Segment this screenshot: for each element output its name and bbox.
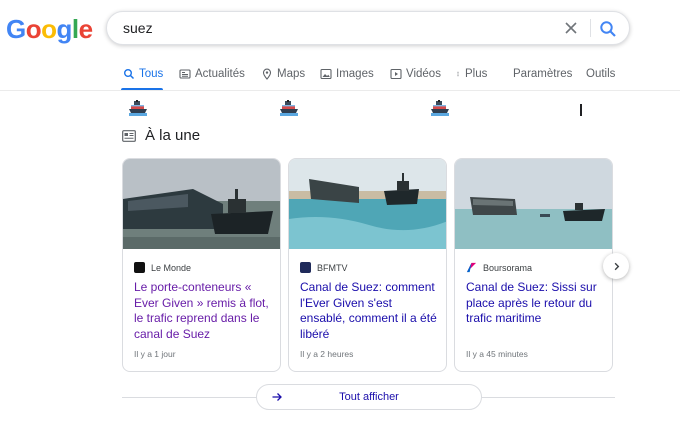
search-tabs: Tous Actualités Maps Images Vidéos Plus … bbox=[0, 62, 680, 91]
newspaper-icon bbox=[122, 129, 136, 142]
tab-images[interactable]: Images bbox=[320, 68, 374, 80]
map-pin-icon bbox=[262, 68, 272, 80]
news-time: Il y a 45 minutes bbox=[466, 349, 528, 359]
tab-plus[interactable]: Plus bbox=[455, 68, 487, 80]
section-title: À la une bbox=[145, 127, 201, 144]
boursorama-favicon-icon bbox=[466, 262, 477, 273]
text-cursor bbox=[580, 104, 582, 116]
tab-label: Plus bbox=[465, 68, 488, 80]
logo-letter: g bbox=[56, 14, 73, 44]
news-headline[interactable]: Canal de Suez: Sissi sur place après le … bbox=[466, 280, 606, 327]
tab-maps[interactable]: Maps bbox=[261, 68, 305, 80]
search-icon bbox=[124, 69, 135, 80]
logo-letter: o bbox=[41, 14, 57, 44]
search-box bbox=[106, 11, 630, 45]
tab-outils[interactable]: Outils bbox=[586, 68, 615, 80]
tab-tous[interactable]: Tous bbox=[123, 68, 163, 80]
top-stories-heading: À la une bbox=[122, 127, 200, 144]
show-all-button[interactable]: Tout afficher bbox=[256, 384, 482, 410]
source-name: Boursorama bbox=[483, 262, 533, 273]
news-source: BFMTV bbox=[300, 262, 348, 273]
tab-label: Vidéos bbox=[406, 68, 441, 80]
more-vert-icon bbox=[457, 71, 459, 77]
close-icon bbox=[565, 22, 577, 34]
video-icon bbox=[390, 68, 402, 80]
image-icon bbox=[320, 68, 332, 80]
search-icon bbox=[600, 21, 616, 37]
tab-label: Images bbox=[336, 68, 374, 80]
news-headline[interactable]: Canal de Suez: comment l'Ever Given s'es… bbox=[300, 280, 440, 342]
logo-letter: e bbox=[78, 14, 93, 44]
tab-parametres[interactable]: Paramètres bbox=[513, 68, 572, 80]
chevron-right-icon bbox=[614, 262, 619, 270]
tab-actualites[interactable]: Actualités bbox=[179, 68, 245, 80]
carousel-next-button[interactable] bbox=[603, 253, 629, 279]
search-button[interactable] bbox=[597, 18, 619, 40]
news-icon bbox=[179, 69, 191, 79]
le-monde-favicon-icon bbox=[134, 262, 145, 273]
header-divider bbox=[0, 90, 680, 91]
news-headline[interactable]: Le porte-conteneurs « Ever Given » remis… bbox=[134, 280, 274, 342]
show-all-label: Tout afficher bbox=[339, 391, 399, 403]
bfmtv-favicon-icon bbox=[300, 262, 311, 273]
ship-icon bbox=[431, 100, 449, 116]
search-input[interactable] bbox=[123, 12, 543, 44]
ship-icon bbox=[129, 100, 147, 116]
news-card[interactable]: Le Monde Le porte-conteneurs « Ever Give… bbox=[122, 158, 281, 372]
news-thumbnail bbox=[123, 159, 280, 249]
news-source: Boursorama bbox=[466, 262, 532, 273]
clear-search-button[interactable] bbox=[561, 18, 581, 38]
google-logo[interactable]: Google bbox=[6, 14, 93, 45]
news-card[interactable]: Boursorama Canal de Suez: Sissi sur plac… bbox=[454, 158, 613, 372]
news-time: Il y a 1 jour bbox=[134, 349, 176, 359]
logo-letter: l bbox=[71, 14, 79, 44]
logo-letter: G bbox=[6, 14, 26, 44]
news-source: Le Monde bbox=[134, 262, 191, 273]
news-thumbnail bbox=[289, 159, 446, 249]
tab-label: Outils bbox=[586, 68, 616, 80]
news-thumbnail bbox=[455, 159, 612, 249]
ship-icon bbox=[280, 100, 298, 116]
tab-label: Actualités bbox=[195, 68, 245, 80]
logo-letter: o bbox=[25, 14, 42, 44]
news-card[interactable]: BFMTV Canal de Suez: comment l'Ever Give… bbox=[288, 158, 447, 372]
tab-label: Maps bbox=[277, 68, 306, 80]
source-name: Le Monde bbox=[151, 262, 192, 273]
news-time: Il y a 2 heures bbox=[300, 349, 354, 359]
search-divider bbox=[590, 19, 591, 37]
tab-label: Tous bbox=[139, 68, 164, 80]
tab-videos[interactable]: Vidéos bbox=[390, 68, 441, 80]
source-name: BFMTV bbox=[317, 262, 348, 273]
tab-label: Paramètres bbox=[513, 68, 573, 80]
